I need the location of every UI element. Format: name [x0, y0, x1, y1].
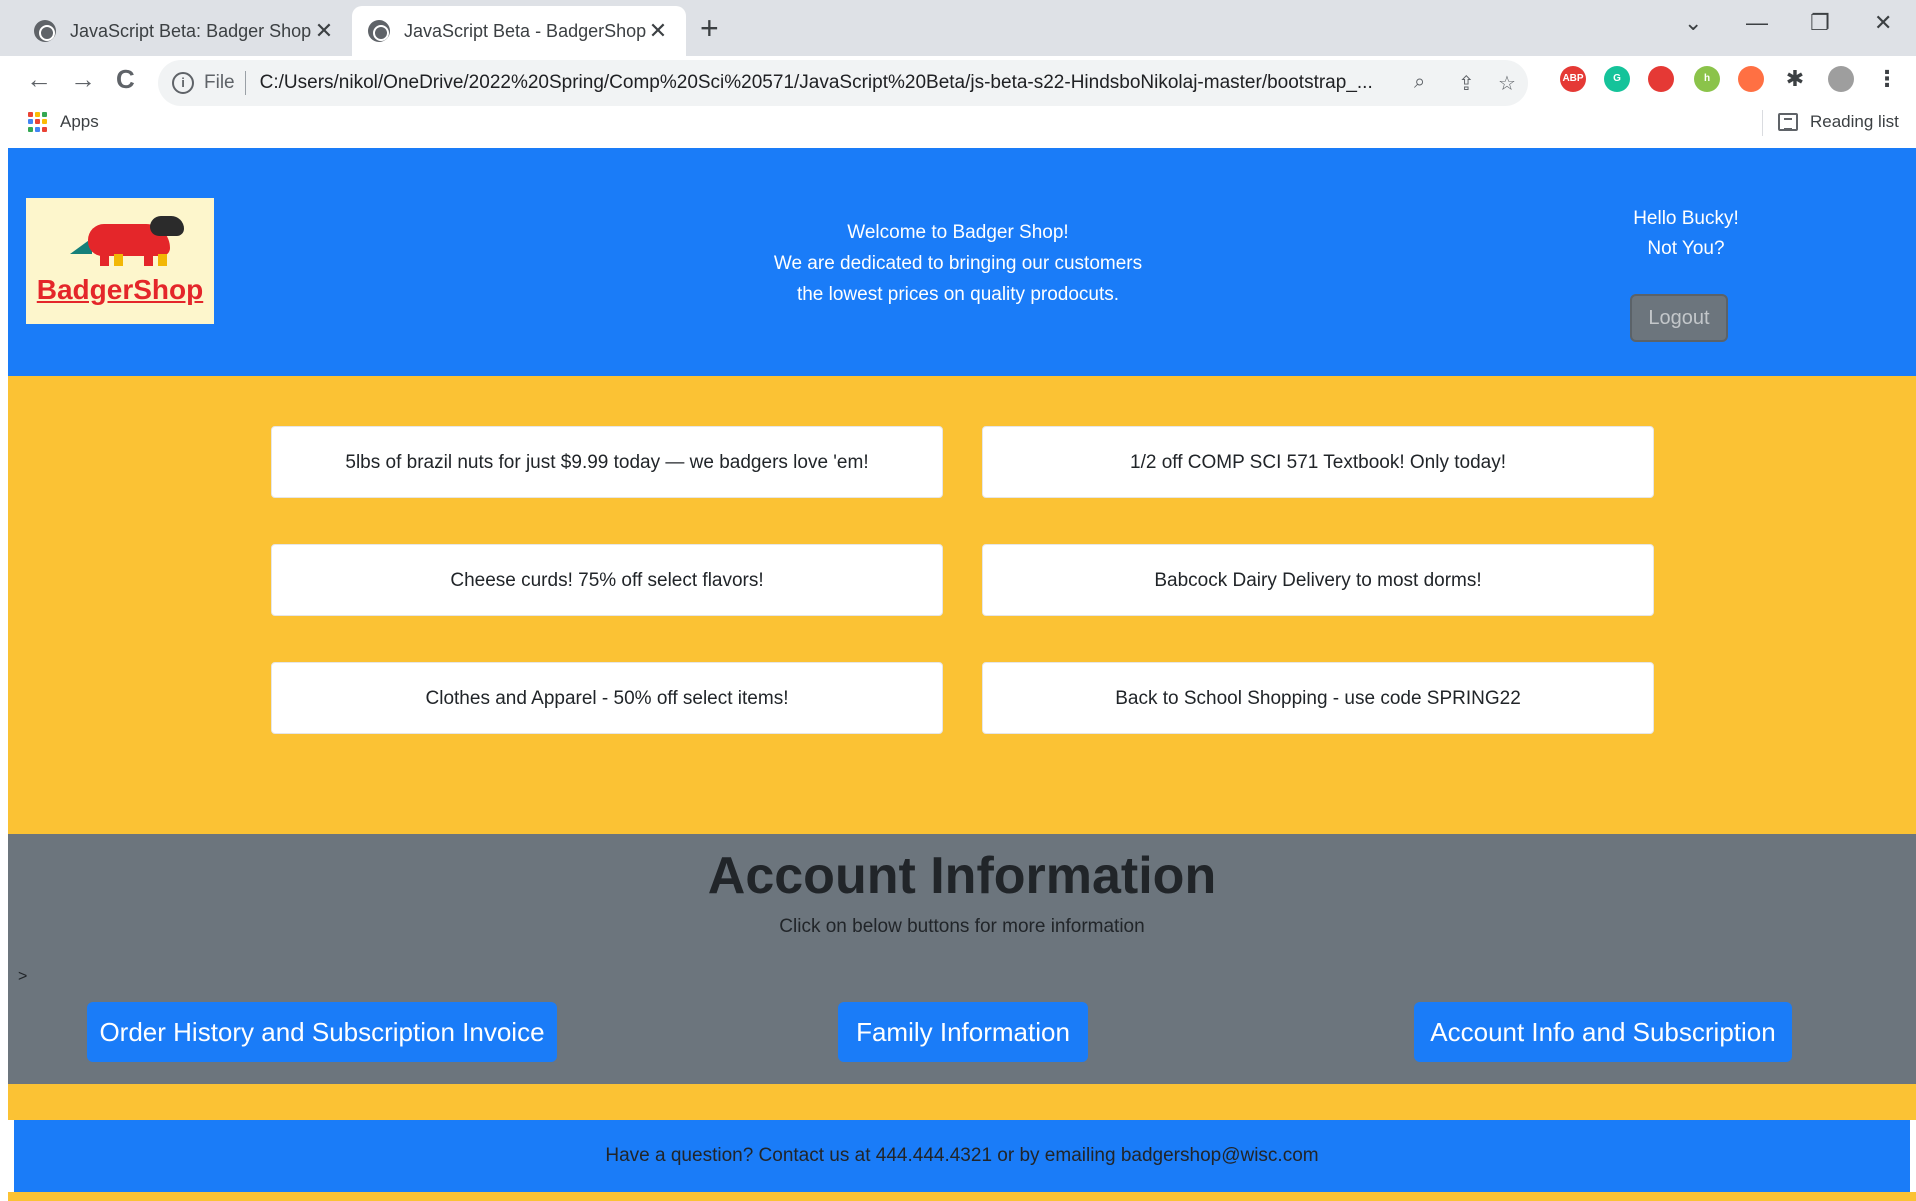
address-bar[interactable]: i File C:/Users/nikol/OneDrive/2022%20Sp… — [158, 60, 1528, 106]
browser-toolbar: ← → C i File C:/Users/nikol/OneDrive/202… — [0, 56, 1916, 154]
promo-card[interactable]: Clothes and Apparel - 50% off select ite… — [271, 662, 943, 734]
paint-extension-icon[interactable] — [1738, 66, 1764, 92]
adblock-icon[interactable]: ABP — [1560, 66, 1586, 92]
puzzle-icon[interactable]: ✱ — [1782, 66, 1808, 92]
forward-arrow-icon[interactable]: → — [70, 64, 96, 95]
url-text[interactable]: C:/Users/nikol/OneDrive/2022%20Spring/Co… — [260, 72, 1373, 94]
promo-card[interactable]: Cheese curds! 75% off select flavors! — [271, 544, 943, 616]
user-greeting: Hello Bucky! Not You? — [1566, 204, 1806, 264]
browser-tab-active[interactable]: JavaScript Beta - BadgerShop ✕ — [352, 6, 686, 56]
badgershop-logo: BadgerShop — [26, 198, 214, 324]
account-title: Account Information — [707, 847, 1217, 905]
close-icon[interactable]: ✕ — [312, 18, 336, 44]
grammarly-icon[interactable]: G — [1604, 66, 1630, 92]
tab-title: JavaScript Beta: Badger Shop — [70, 20, 312, 41]
logo-leg — [100, 254, 109, 266]
family-information-button[interactable]: Family Information — [838, 1002, 1088, 1062]
close-icon[interactable]: ✕ — [646, 18, 670, 44]
welcome-line: the lowest prices on quality prodocuts. — [796, 284, 1120, 305]
site-footer: Have a question? Contact us at 444.444.4… — [14, 1120, 1910, 1192]
greeting-text: Hello Bucky! — [1633, 208, 1739, 229]
globe-icon — [368, 20, 390, 42]
promo-card[interactable]: Babcock Dairy Delivery to most dorms! — [982, 544, 1654, 616]
profile-avatar[interactable] — [1828, 66, 1854, 92]
reading-list-icon[interactable] — [1778, 113, 1798, 131]
logout-button[interactable]: Logout — [1630, 294, 1728, 342]
logo-leg — [114, 254, 123, 266]
footer-edge — [8, 1192, 1916, 1201]
reload-icon[interactable]: C — [116, 64, 135, 95]
kebab-menu-icon[interactable]: ⋮ — [1874, 66, 1900, 92]
restore-icon[interactable]: ❐ — [1810, 10, 1830, 36]
promo-card[interactable]: 1/2 off COMP SCI 571 Textbook! Only toda… — [982, 426, 1654, 498]
promo-card[interactable]: Back to School Shopping - use code SPRIN… — [982, 662, 1654, 734]
browser-tab-inactive[interactable]: JavaScript Beta: Badger Shop ✕ — [18, 6, 352, 56]
account-section: Account Information Click on below butto… — [8, 834, 1916, 1084]
shield-extension-icon[interactable] — [1648, 66, 1674, 92]
zoom-icon[interactable]: ⌕ — [1414, 71, 1425, 94]
bookmarks-bar: Apps Reading list — [0, 104, 1916, 144]
share-icon[interactable]: ⇪ — [1458, 71, 1475, 96]
welcome-message: Welcome to Badger Shop! We are dedicated… — [648, 217, 1268, 310]
section-divider — [8, 1084, 1916, 1120]
window-close-icon[interactable]: ✕ — [1874, 10, 1892, 36]
star-icon[interactable]: ☆ — [1498, 71, 1516, 96]
welcome-line: Welcome to Badger Shop! — [847, 222, 1069, 243]
stray-text: > — [18, 968, 28, 985]
tab-search-icon[interactable]: ⌄ — [1684, 10, 1702, 36]
logo-text: BadgerShop — [36, 274, 204, 305]
logo-leg — [144, 254, 153, 266]
account-info-button[interactable]: Account Info and Subscription — [1414, 1002, 1792, 1062]
bookmark-apps[interactable]: Apps — [60, 112, 99, 132]
globe-icon — [34, 20, 56, 42]
welcome-line: We are dedicated to bringing our custome… — [773, 253, 1143, 274]
scheme-label: File — [204, 72, 235, 93]
site-header: BadgerShop Welcome to Badger Shop! We ar… — [8, 148, 1916, 376]
back-arrow-icon[interactable]: ← — [26, 64, 52, 95]
logo-badger-head — [150, 216, 184, 236]
bookmark-separator — [1762, 110, 1763, 136]
address-separator — [244, 71, 246, 95]
reading-list-button[interactable]: Reading list — [1810, 112, 1899, 132]
apps-grid-icon[interactable] — [28, 112, 48, 132]
page-content: BadgerShop Welcome to Badger Shop! We ar… — [8, 148, 1916, 1201]
tab-title: JavaScript Beta - BadgerShop — [404, 20, 646, 41]
info-icon[interactable]: i — [172, 72, 194, 94]
logo-leg — [158, 254, 167, 266]
order-history-button[interactable]: Order History and Subscription Invoice — [87, 1002, 557, 1062]
promotions-section: 5lbs of brazil nuts for just $9.99 today… — [8, 376, 1916, 834]
browser-tabstrip: JavaScript Beta: Badger Shop ✕ JavaScrip… — [0, 0, 1916, 56]
not-you-text: Not You? — [1647, 238, 1725, 259]
new-tab-button[interactable]: + — [700, 10, 719, 47]
account-subtitle: Click on below buttons for more informat… — [779, 916, 1145, 937]
minimize-icon[interactable]: — — [1746, 10, 1768, 36]
honey-icon[interactable]: h — [1694, 66, 1720, 92]
promo-card[interactable]: 5lbs of brazil nuts for just $9.99 today… — [271, 426, 943, 498]
